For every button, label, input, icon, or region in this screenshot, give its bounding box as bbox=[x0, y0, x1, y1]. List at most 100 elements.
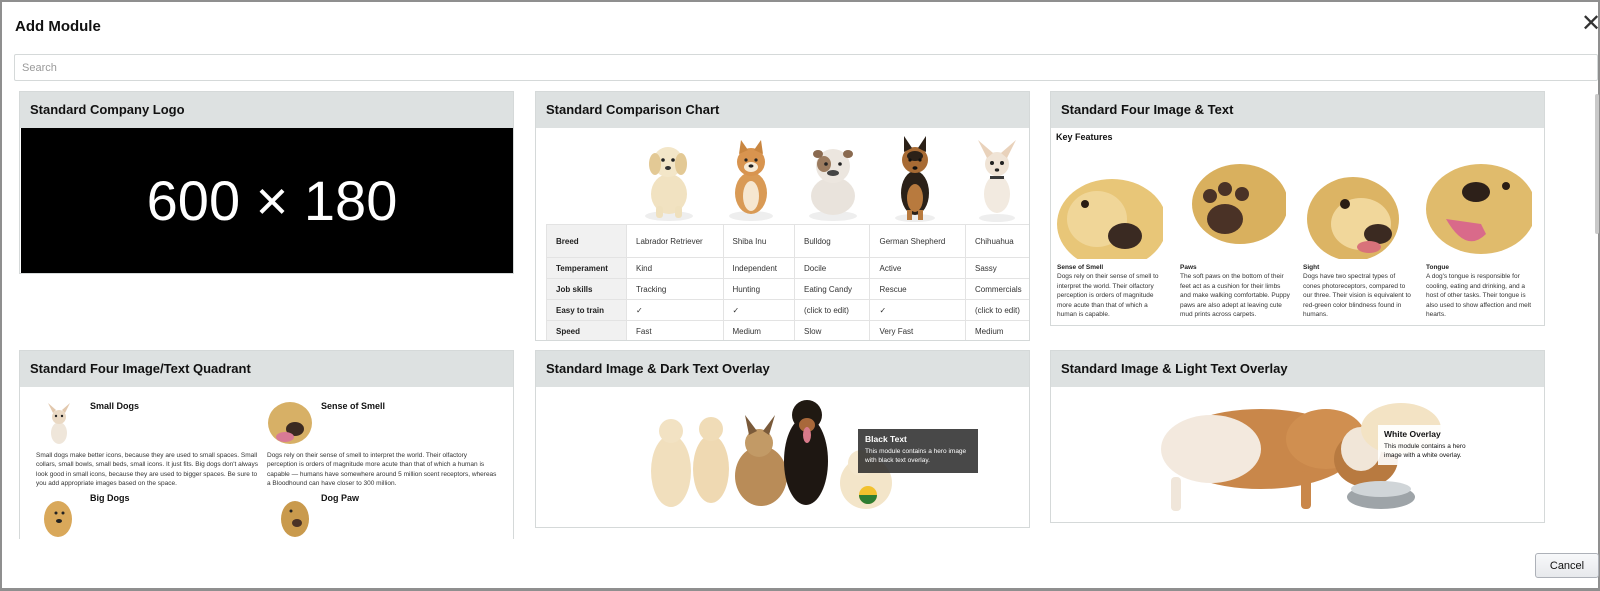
table-cell: Eating Candy bbox=[793, 278, 871, 300]
row-header: Job skills bbox=[546, 278, 627, 300]
quadrant-title: Dog Paw bbox=[321, 493, 360, 503]
dog-eye-image bbox=[1303, 164, 1409, 259]
table-cell: Medium bbox=[722, 320, 795, 340]
table-cell: Bulldog bbox=[793, 224, 871, 258]
row-header: Easy to train bbox=[546, 299, 627, 321]
table-cell: Labrador Retriever bbox=[626, 224, 724, 258]
quadrant-item: Small Dogs Small dogs make better icons,… bbox=[36, 401, 266, 491]
overlay-title: White Overlay bbox=[1384, 429, 1441, 439]
table-cell: Kind bbox=[626, 257, 724, 279]
dog-paw-image bbox=[1180, 164, 1286, 259]
row-header: Temperament bbox=[546, 257, 627, 279]
module-preview: Key Features Sense of Smell Dogs rely on… bbox=[1051, 128, 1544, 325]
feature-title: Sense of Smell bbox=[1057, 264, 1104, 271]
shiba-puppy-image bbox=[729, 140, 773, 221]
module-card-title: Standard Image & Light Text Overlay bbox=[1051, 351, 1544, 387]
module-gallery[interactable]: Standard Company Logo 600 × 180 Standard… bbox=[2, 88, 1600, 539]
scrollbar-thumb[interactable] bbox=[1595, 94, 1599, 234]
table-cell: Independent bbox=[722, 257, 795, 279]
dialog-title: Add Module bbox=[15, 18, 101, 35]
table-cell: Slow bbox=[793, 320, 871, 340]
table-cell: Docile bbox=[793, 257, 871, 279]
dog-tongue-image bbox=[1426, 164, 1532, 259]
feature-text: Dogs have two spectral types of cones ph… bbox=[1303, 273, 1411, 318]
quadrant-item: Sense of Smell Dogs rely on their sense … bbox=[267, 401, 497, 491]
quadrant-title: Small Dogs bbox=[90, 401, 140, 411]
table-cell: Hunting bbox=[722, 278, 795, 300]
feature-text: The soft paws on the bottom of their fee… bbox=[1180, 273, 1290, 318]
module-card-title: Standard Company Logo bbox=[20, 92, 513, 128]
table-row: Speed Fast Medium Slow Very Fast Medium bbox=[546, 320, 1029, 340]
table-cell: Very Fast bbox=[869, 320, 966, 340]
german-shepherd-puppy-image bbox=[895, 136, 935, 222]
feature-title: Sight bbox=[1303, 264, 1320, 271]
module-preview: 600 × 180 bbox=[20, 128, 513, 273]
bulldog-puppy-image bbox=[809, 149, 857, 221]
table-cell: Active bbox=[869, 257, 966, 279]
comparison-table: Breed Labrador Retriever Shiba Inu Bulld… bbox=[546, 224, 1029, 340]
feature-column: Paws The soft paws on the bottom of thei… bbox=[1180, 164, 1290, 320]
dark-text-overlay: Black Text This module contains a hero i… bbox=[858, 429, 978, 473]
feature-title: Paws bbox=[1180, 264, 1197, 271]
overlay-text: This module contains a hero image with b… bbox=[865, 448, 967, 464]
overlay-text: This module contains a hero image with a… bbox=[1384, 443, 1466, 459]
feature-title: Tongue bbox=[1426, 264, 1449, 271]
big-dog-image bbox=[44, 501, 72, 537]
quadrant-item: Dog Paw bbox=[267, 493, 497, 539]
search-input[interactable] bbox=[14, 54, 1598, 81]
dog-images-row bbox=[628, 136, 1029, 224]
feature-column: Sight Dogs have two spectral types of co… bbox=[1303, 164, 1413, 320]
feature-text: A dog's tongue is responsible for coolin… bbox=[1426, 273, 1532, 318]
close-icon[interactable]: ✕ bbox=[1579, 12, 1600, 36]
feature-column: Sense of Smell Dogs rely on their sense … bbox=[1057, 164, 1167, 320]
table-cell: Sassy bbox=[965, 257, 1029, 279]
table-cell: (click to edit) bbox=[965, 299, 1029, 321]
module-preview: White Overlay This module contains a her… bbox=[1051, 387, 1544, 522]
chihuahua-puppy-image bbox=[978, 140, 1016, 222]
add-module-dialog: Add Module ✕ Standard Company Logo 600 ×… bbox=[0, 0, 1600, 591]
module-card-title: Standard Comparison Chart bbox=[536, 92, 1029, 128]
quadrant-title: Sense of Smell bbox=[321, 401, 386, 411]
table-cell: Rescue bbox=[869, 278, 966, 300]
dog-nose-image bbox=[1057, 164, 1163, 259]
module-card-company-logo[interactable]: Standard Company Logo 600 × 180 bbox=[19, 91, 514, 274]
module-card-title: Standard Image & Dark Text Overlay bbox=[536, 351, 1029, 387]
table-cell: Commercials bbox=[965, 278, 1029, 300]
row-header: Breed bbox=[546, 224, 627, 258]
table-cell: ✓ bbox=[626, 299, 724, 321]
table-cell: (click to edit) bbox=[793, 299, 871, 321]
light-text-overlay: White Overlay This module contains a her… bbox=[1378, 425, 1488, 465]
table-cell: Shiba Inu bbox=[722, 224, 795, 258]
table-cell: German Shepherd bbox=[869, 224, 966, 258]
dog-nose-image bbox=[267, 401, 313, 445]
quadrant-item: Big Dogs bbox=[36, 493, 266, 539]
quadrant-text: Dogs rely on their sense of smell to int… bbox=[267, 452, 497, 487]
table-cell: Medium bbox=[965, 320, 1029, 340]
module-card-quadrant[interactable]: Standard Four Image/Text Quadrant Small … bbox=[19, 350, 514, 539]
table-row: Job skills Tracking Hunting Eating Candy… bbox=[546, 278, 1029, 300]
feature-column: Tongue A dog's tongue is responsible for… bbox=[1426, 164, 1536, 320]
table-row: Temperament Kind Independent Docile Acti… bbox=[546, 257, 1029, 279]
logo-placeholder: 600 × 180 bbox=[21, 128, 513, 273]
module-card-light-overlay[interactable]: Standard Image & Light Text Overlay Whit… bbox=[1050, 350, 1545, 523]
table-cell: Fast bbox=[626, 320, 724, 340]
table-cell: ✓ bbox=[869, 299, 966, 321]
table-row: Breed Labrador Retriever Shiba Inu Bulld… bbox=[546, 224, 1029, 258]
dog-paw-image bbox=[281, 501, 309, 537]
small-dog-image bbox=[48, 403, 70, 444]
module-card-dark-overlay[interactable]: Standard Image & Dark Text Overlay Black… bbox=[535, 350, 1030, 528]
table-cell: ✓ bbox=[722, 299, 795, 321]
row-header: Speed bbox=[546, 320, 627, 340]
table-cell: Chihuahua bbox=[965, 224, 1029, 258]
module-card-title: Standard Four Image/Text Quadrant bbox=[20, 351, 513, 387]
cancel-button[interactable]: Cancel bbox=[1535, 553, 1599, 578]
key-features-heading: Key Features bbox=[1056, 132, 1113, 142]
module-card-comparison-chart[interactable]: Standard Comparison Chart Breed Labrador… bbox=[535, 91, 1030, 341]
quadrant-text: Small dogs make better icons, because th… bbox=[36, 452, 258, 487]
table-row: Easy to train ✓ ✓ (click to edit) ✓ (cli… bbox=[546, 299, 1029, 321]
table-cell: Tracking bbox=[626, 278, 724, 300]
quadrant-title: Big Dogs bbox=[90, 493, 130, 503]
module-card-four-image-text[interactable]: Standard Four Image & Text Key Features … bbox=[1050, 91, 1545, 326]
module-preview: Black Text This module contains a hero i… bbox=[536, 387, 1029, 527]
module-card-title: Standard Four Image & Text bbox=[1051, 92, 1544, 128]
